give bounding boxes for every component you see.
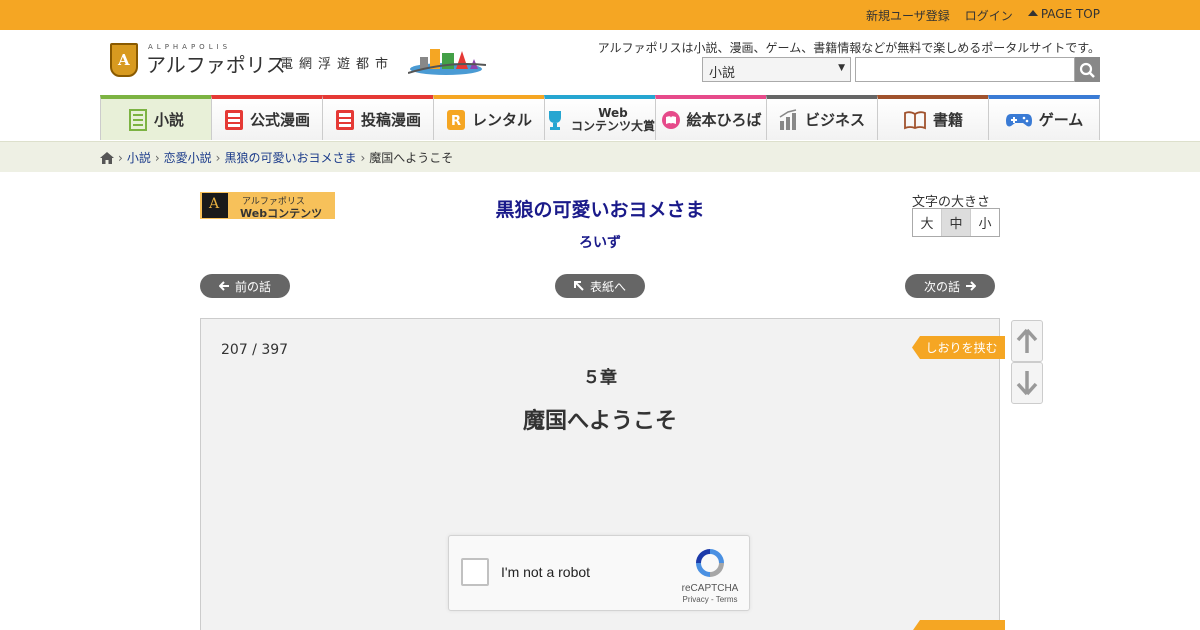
scroll-down-button[interactable] [1011, 362, 1043, 404]
episode-title: 魔国へようこそ [522, 409, 677, 434]
city-illustration-icon [408, 49, 486, 75]
table-of-contents-button[interactable]: 表紙へ [555, 274, 645, 298]
top-links: 新規ユーザ登録 ログイン PAGE TOP [866, 7, 1100, 24]
recaptcha-checkbox[interactable] [461, 558, 489, 586]
author-name[interactable]: ろいず [400, 232, 800, 252]
font-size-selector: 大 中 小 [912, 208, 1000, 237]
breadcrumb-link-title[interactable]: 黒狼の可愛いおヨメさま [224, 149, 356, 166]
recaptcha-label: I'm not a robot [501, 564, 591, 580]
arrow-right-icon [966, 281, 976, 291]
official-manga-icon [224, 109, 243, 130]
recaptcha-logo-icon [696, 549, 724, 577]
search-input[interactable] [855, 57, 1075, 82]
novel-icon [128, 108, 147, 131]
nav-item-label: レンタル [471, 111, 532, 129]
nav-item-business[interactable]: ビジネス [766, 95, 878, 140]
main-nav: 小説 公式漫画 投稿漫画 R レンタル Web コンテンツ大賞 絵本ひろば ビジ… [100, 95, 1101, 140]
badge-line2: Webコンテンツ [240, 207, 323, 220]
chapter-title: ５章 [583, 368, 617, 388]
rental-icon: R [446, 109, 465, 130]
nav-item-label: 投稿漫画 [360, 111, 421, 129]
nav-item-label-line2: コンテンツ大賞 [571, 118, 656, 133]
picture-book-icon [661, 110, 680, 129]
font-size-medium[interactable]: 中 [942, 209, 971, 236]
nav-item-label: 公式漫画 [249, 111, 310, 129]
page-top-link[interactable]: PAGE TOP [1028, 7, 1100, 24]
breadcrumb-separator: › [215, 150, 221, 165]
nav-item-label-line1: Web [598, 105, 628, 120]
register-link[interactable]: 新規ユーザ登録 [866, 7, 950, 24]
arrow-up-icon [1016, 328, 1038, 353]
business-icon [779, 108, 797, 130]
breadcrumb-separator: › [360, 150, 366, 165]
search-category-select[interactable]: 小説 ▼ [702, 57, 851, 82]
dropdown-arrow-icon: ▼ [838, 63, 845, 73]
site-logo[interactable]: ALPHAPOLIS アルファポリス 電網浮遊都市 [110, 43, 490, 79]
bookmark-button-bottom[interactable] [912, 620, 1005, 630]
nav-item-label: ゲーム [1038, 111, 1084, 129]
top-bar: 新規ユーザ登録 ログイン PAGE TOP [0, 0, 1200, 30]
arrow-up-left-icon [573, 281, 584, 291]
next-episode-label: 次の話 [923, 279, 960, 294]
nav-item-label: ビジネス [805, 111, 866, 129]
search-bar: 小説 ▼ [702, 57, 1100, 82]
font-size-large[interactable]: 大 [913, 209, 942, 236]
breadcrumb: › 小説 › 恋愛小説 › 黒狼の可愛いおヨメさま › 魔国へようこそ [0, 141, 1200, 172]
nav-item-label: 小説 [153, 111, 184, 129]
breadcrumb-link-romance[interactable]: 恋愛小説 [164, 149, 212, 166]
work-title[interactable]: 黒狼の可愛いおヨメさま [400, 195, 800, 222]
login-link[interactable]: ログイン [965, 7, 1013, 24]
search-button[interactable] [1075, 57, 1100, 82]
scroll-up-button[interactable] [1011, 320, 1043, 362]
search-category-value: 小説 [709, 66, 736, 81]
nav-item-picture-book[interactable]: 絵本ひろば [655, 95, 767, 140]
nav-item-label: 書籍 [933, 111, 964, 129]
nav-item-novel[interactable]: 小説 [100, 95, 211, 140]
home-icon[interactable] [100, 151, 114, 164]
site-tagline: アルファポリスは小説、漫画、ゲーム、書籍情報などが無料で楽しめるポータルサイトで… [597, 41, 1100, 55]
nav-item-label: 絵本ひろば [686, 111, 762, 129]
breadcrumb-separator: › [118, 150, 123, 165]
font-size-small[interactable]: 小 [971, 209, 999, 236]
posted-manga-icon [335, 109, 354, 130]
recaptcha-widget: I'm not a robot reCAPTCHA Privacy - Term… [448, 535, 750, 611]
nav-item-official-manga[interactable]: 公式漫画 [211, 95, 322, 140]
arrow-down-icon [1016, 371, 1038, 396]
web-contents-badge: アルファポリス Webコンテンツ [200, 192, 335, 220]
svg-text:R: R [451, 114, 461, 129]
breadcrumb-link-novel[interactable]: 小説 [127, 149, 151, 166]
search-icon [1079, 62, 1095, 78]
recaptcha-links[interactable]: Privacy - Terms [675, 595, 745, 604]
episode-counter: 207 / 397 [221, 342, 289, 358]
nav-item-label: Web コンテンツ大賞 [571, 105, 656, 133]
nav-item-web-contents-award[interactable]: Web コンテンツ大賞 [544, 95, 656, 140]
trophy-icon [549, 110, 561, 130]
breadcrumb-current: 魔国へようこそ [369, 151, 454, 165]
nav-item-game[interactable]: ゲーム [988, 95, 1101, 140]
alphapolis-shield-icon [110, 43, 138, 77]
toc-label: 表紙へ [589, 279, 626, 294]
nav-item-posted-manga[interactable]: 投稿漫画 [322, 95, 433, 140]
breadcrumb-separator: › [154, 150, 160, 165]
game-icon [1005, 113, 1032, 126]
prev-episode-button[interactable]: 前の話 [200, 274, 290, 298]
recaptcha-brand: reCAPTCHA [681, 583, 739, 594]
arrow-left-icon [218, 281, 229, 291]
book-icon [904, 110, 926, 129]
prev-episode-label: 前の話 [234, 279, 271, 294]
nav-item-books[interactable]: 書籍 [877, 95, 989, 140]
logo-subtext: 電網浮遊都市 [280, 57, 395, 72]
nav-item-rental[interactable]: R レンタル [433, 95, 544, 140]
alphapolis-badge-icon [202, 193, 228, 218]
logo-text: アルファポリス [146, 53, 286, 77]
next-episode-button[interactable]: 次の話 [905, 274, 995, 298]
bookmark-button[interactable]: しおりを挟む [912, 336, 1005, 359]
